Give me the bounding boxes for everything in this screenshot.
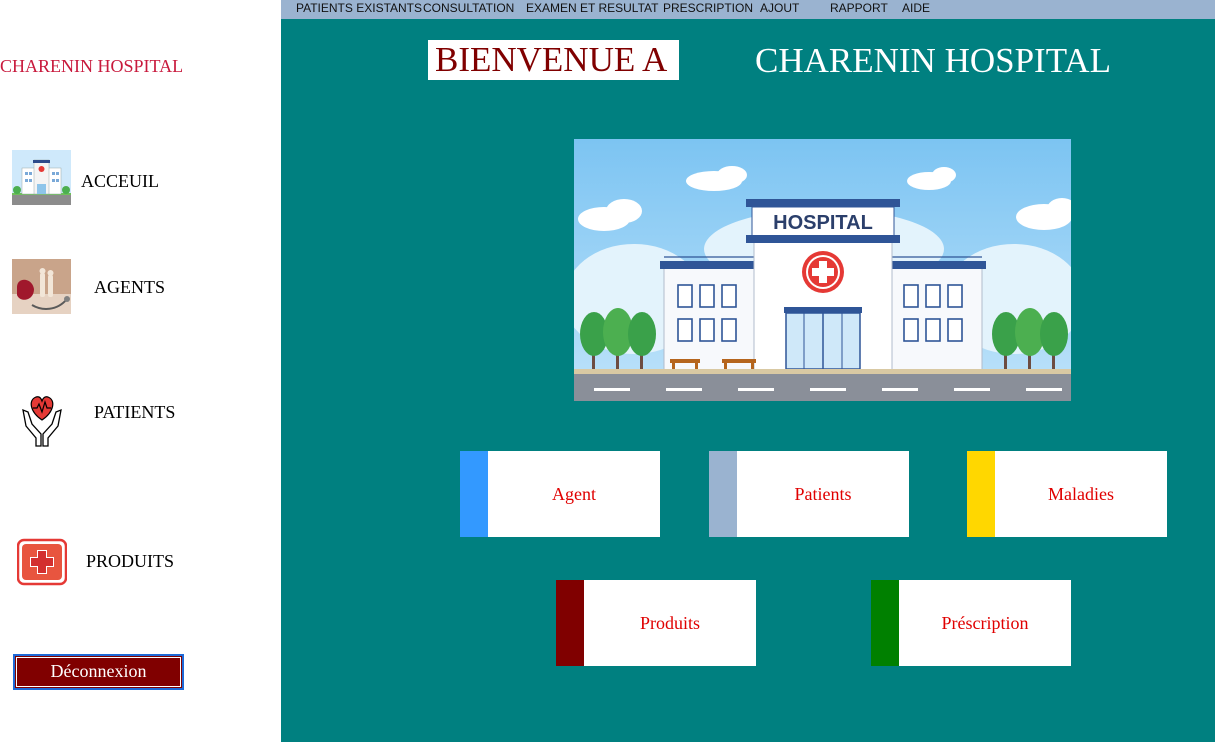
welcome-text: BIENVENUE A xyxy=(435,40,668,79)
card-label: Maladies xyxy=(1048,484,1114,504)
first-aid-kit-icon xyxy=(17,538,67,586)
card-label: Agent xyxy=(552,484,596,504)
card-color-stripe xyxy=(556,580,584,666)
menu-item-ajout[interactable]: AJOUT xyxy=(760,1,799,15)
menu-bar: PATIENTS EXISTANTS CONSULTATION EXAMEN E… xyxy=(281,0,1215,19)
menu-item-prescription[interactable]: PRESCRIPTION xyxy=(663,1,753,15)
sidebar-item-agents[interactable]: AGENTS xyxy=(0,259,260,319)
sidebar: CHARENIN HOSPITAL ACCEUIL AGENTS PATIENT… xyxy=(0,0,281,742)
sidebar-item-label: ACCEUIL xyxy=(81,171,159,191)
card-label: Préscription xyxy=(941,613,1029,633)
sidebar-item-patients[interactable]: PATIENTS xyxy=(0,392,260,452)
page-title: CHARENIN HOSPITAL xyxy=(755,41,1111,80)
patients-card[interactable]: Patients xyxy=(709,451,909,537)
agent-card[interactable]: Agent xyxy=(460,451,660,537)
card-label: Patients xyxy=(794,484,852,504)
menu-item-examen-et-resultat[interactable]: EXAMEN ET RESULTAT xyxy=(526,1,658,15)
card-label: Produits xyxy=(639,613,700,633)
stethoscope-photo-icon xyxy=(12,259,71,314)
menu-item-aide[interactable]: AIDE xyxy=(902,1,930,15)
sidebar-item-label: PATIENTS xyxy=(94,402,176,422)
card-color-stripe xyxy=(709,451,737,537)
main-panel: PATIENTS EXISTANTS CONSULTATION EXAMEN E… xyxy=(281,0,1215,742)
hospital-sign-text: HOSPITAL xyxy=(773,212,873,234)
card-color-stripe xyxy=(967,451,995,537)
sidebar-item-produits[interactable]: PRODUITS xyxy=(0,538,260,598)
sidebar-item-label: PRODUITS xyxy=(86,551,175,571)
menu-item-consultation[interactable]: CONSULTATION xyxy=(423,1,514,15)
card-color-stripe xyxy=(871,580,899,666)
sidebar-item-acceuil[interactable]: ACCEUIL xyxy=(0,150,260,210)
card-color-stripe xyxy=(460,451,488,537)
logout-button[interactable]: Déconnexion xyxy=(13,654,184,690)
hospital-building-icon xyxy=(12,150,71,205)
maladies-card[interactable]: Maladies xyxy=(967,451,1167,537)
menu-item-patients-existants[interactable]: PATIENTS EXISTANTS xyxy=(296,1,422,15)
welcome-banner: BIENVENUE A xyxy=(428,40,679,80)
sidebar-item-label: AGENTS xyxy=(94,277,165,297)
brand-name: CHARENIN HOSPITAL xyxy=(0,56,184,76)
menu-item-rapport[interactable]: RAPPORT xyxy=(830,1,888,15)
hospital-illustration: HOSPITAL xyxy=(574,139,1071,401)
heart-hands-icon xyxy=(22,396,62,447)
produits-card[interactable]: Produits xyxy=(556,580,756,666)
prescription-card[interactable]: Préscription xyxy=(871,580,1071,666)
